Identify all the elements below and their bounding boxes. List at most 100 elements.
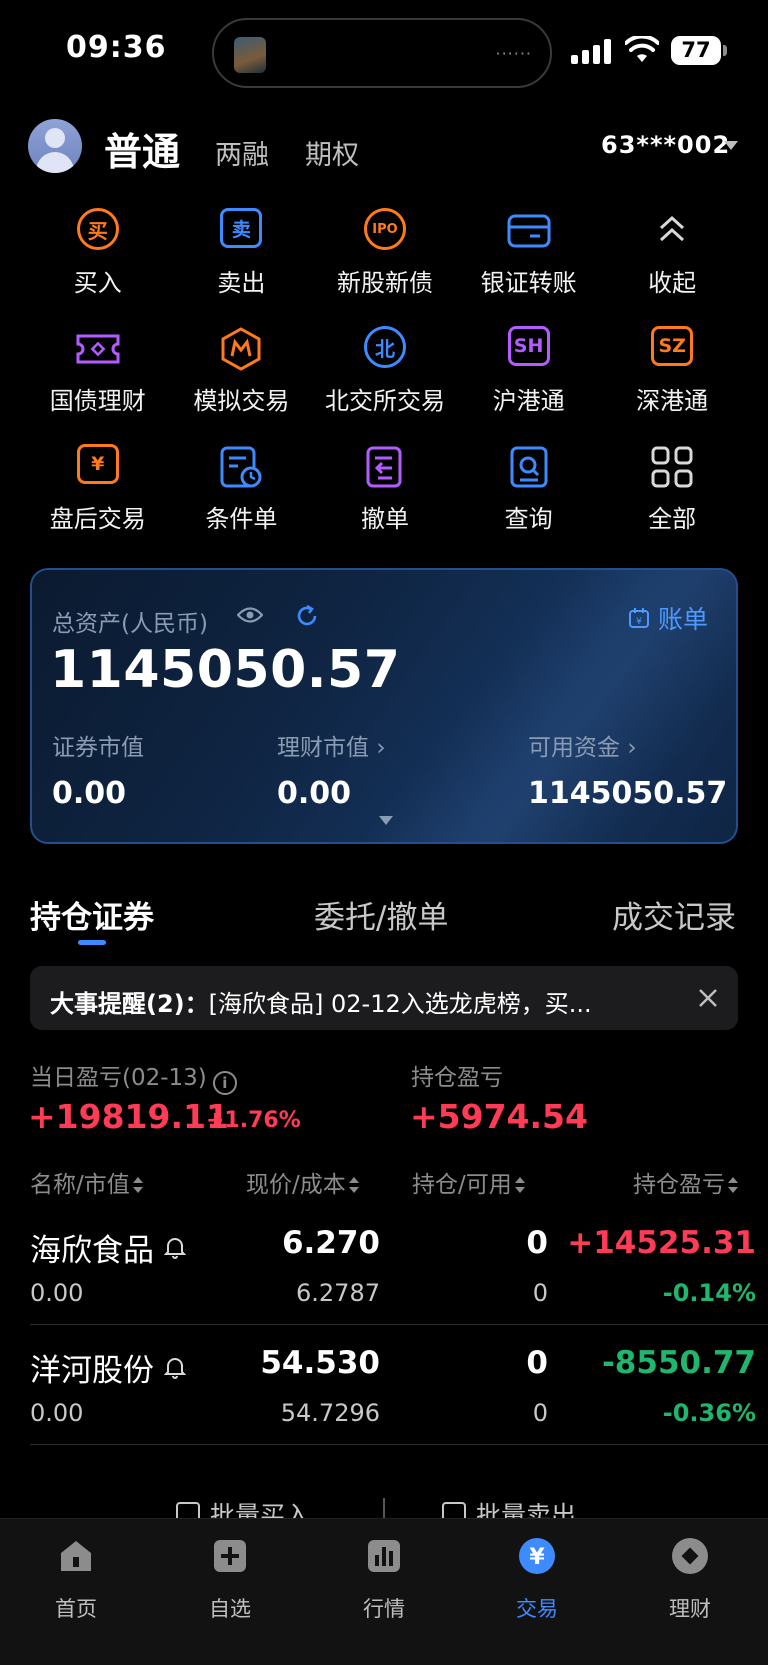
nav-market[interactable]: 行情: [334, 1529, 434, 1623]
notice-text: 大事提醒(2)：[海欣食品] 02-12入选龙虎榜，买...: [50, 990, 592, 1018]
available-value: 1145050.57: [528, 776, 728, 811]
tab-indicator: [78, 940, 106, 945]
daily-pnl-value: +19819.11: [28, 1097, 229, 1136]
tab-trade-records[interactable]: 成交记录: [612, 892, 736, 937]
quick-action-cancel-order[interactable]: 撤单: [313, 436, 457, 554]
sell-icon: 卖: [220, 208, 263, 248]
securities-label: 证券市值: [52, 735, 144, 761]
market-value: 0.00: [30, 1279, 84, 1307]
batch-sell-button[interactable]: 批量卖出: [442, 1496, 576, 1518]
position-pnl: +14525.31: [567, 1225, 756, 1261]
table-row[interactable]: 海欣食品 0.00 6.270 6.2787 0 0 +14525.31 -0.…: [0, 1205, 768, 1325]
quick-action-ipo[interactable]: IPO 新股新债: [313, 200, 457, 318]
quick-action-buy[interactable]: 买 买入: [26, 200, 170, 318]
tab-orders[interactable]: 委托/撤单: [314, 892, 448, 937]
position-tabs: 持仓证券 委托/撤单 成交记录: [0, 882, 768, 945]
svg-text:¥: ¥: [529, 1545, 545, 1570]
wifi-icon: [625, 36, 659, 62]
asset-summary-card: 总资产(人民币) ¥ 账单 1145050.57 证券市值 0.00 理财市值 …: [30, 568, 738, 844]
quick-action-all[interactable]: 全部: [600, 436, 744, 554]
expand-caret-icon[interactable]: [379, 816, 393, 825]
market-value: 0.00: [30, 1399, 84, 1427]
bill-button[interactable]: ¥ 账单: [628, 600, 708, 636]
quick-action-label: 模拟交易: [193, 387, 290, 415]
now-playing-thumbnail: [234, 37, 266, 73]
quick-action-label: 全部: [648, 505, 697, 533]
refresh-icon[interactable]: [294, 603, 320, 629]
table-row[interactable]: 洋河股份 0.00 54.530 54.7296 0 0 -8550.77 -0…: [0, 1325, 768, 1445]
home-icon: [61, 1541, 91, 1571]
tab-holdings[interactable]: 持仓证券: [30, 892, 154, 937]
trade-icon: ¥: [519, 1538, 555, 1574]
bottom-nav: 首页 自选 行情 ¥ 交易 理财: [0, 1518, 768, 1665]
chevron-right-icon: ›: [627, 735, 637, 761]
tab-normal-account[interactable]: 普通: [104, 121, 180, 176]
total-assets-value: 1145050.57: [50, 640, 401, 700]
nav-wealth[interactable]: 理财: [640, 1529, 740, 1623]
nav-trade[interactable]: ¥ 交易: [487, 1529, 587, 1623]
available-qty: 0: [532, 1399, 548, 1427]
battery-icon: 77: [671, 36, 727, 65]
quick-action-label: 条件单: [205, 505, 278, 533]
stock-name: 海欣食品: [30, 1225, 186, 1270]
quick-action-simulate[interactable]: 模拟交易: [170, 318, 314, 436]
quick-action-label: 收起: [648, 269, 697, 297]
tab-margin-account[interactable]: 两融: [215, 133, 269, 172]
tab-options-account[interactable]: 期权: [305, 133, 359, 172]
position-pnl-percent: -0.14%: [662, 1279, 756, 1307]
col-header-name[interactable]: 名称/市值: [30, 1165, 143, 1199]
quick-action-label: 买入: [73, 269, 122, 297]
divider: [383, 1498, 385, 1518]
waveform-icon: ······: [495, 44, 532, 63]
avatar[interactable]: [28, 119, 82, 173]
after-hours-icon: ¥: [76, 444, 119, 484]
col-header-price[interactable]: 现价/成本: [246, 1165, 359, 1199]
quick-action-collapse[interactable]: 收起: [600, 200, 744, 318]
sh-connect-icon: SH: [507, 326, 550, 366]
quick-action-label: 查询: [504, 505, 553, 533]
quick-action-after-hours[interactable]: ¥ 盘后交易: [26, 436, 170, 554]
holding-qty: 0: [526, 1225, 548, 1261]
batch-actions: 批量买入 批量卖出: [0, 1490, 768, 1518]
all-icon: [651, 446, 693, 488]
holding-qty: 0: [526, 1345, 548, 1381]
current-price: 6.270: [281, 1225, 380, 1261]
quick-action-conditional-order[interactable]: 条件单: [170, 436, 314, 554]
quick-action-treasury[interactable]: 国债理财: [26, 318, 170, 436]
quick-action-query[interactable]: 查询: [457, 436, 601, 554]
batch-buy-button[interactable]: 批量买入: [176, 1496, 310, 1518]
col-header-position[interactable]: 持仓/可用: [412, 1165, 525, 1199]
securities-value: 0.00: [52, 776, 127, 811]
available-funds-block[interactable]: 可用资金 › 1145050.57: [528, 728, 727, 811]
event-notice[interactable]: 大事提醒(2)：[海欣食品] 02-12入选龙虎榜，买...: [30, 966, 738, 1030]
sort-icon: [348, 1177, 359, 1193]
collapse-icon: [660, 215, 685, 242]
chevron-right-icon: ›: [376, 735, 386, 761]
quick-action-sz-connect[interactable]: SZ 深港通: [600, 318, 744, 436]
eye-icon[interactable]: [237, 606, 263, 624]
account-id-selector[interactable]: 63***002: [601, 131, 730, 159]
chevron-down-icon[interactable]: [724, 141, 738, 150]
quick-action-label: 银证转账: [480, 269, 577, 297]
dynamic-island[interactable]: ······: [212, 18, 552, 88]
quick-action-bse[interactable]: 北 北交所交易: [313, 318, 457, 436]
available-qty: 0: [532, 1279, 548, 1307]
quick-action-sell[interactable]: 卖 卖出: [170, 200, 314, 318]
bell-icon[interactable]: [164, 1355, 186, 1379]
wealth-value-block[interactable]: 理财市值 › 0.00: [277, 728, 386, 811]
nav-watchlist[interactable]: 自选: [180, 1529, 280, 1623]
close-icon[interactable]: [696, 986, 720, 1010]
buy-icon: 买: [76, 208, 119, 250]
quick-action-bank-transfer[interactable]: 银证转账: [457, 200, 601, 318]
quick-action-label: 撤单: [360, 505, 409, 533]
bell-icon[interactable]: [164, 1235, 186, 1259]
sort-icon: [728, 1177, 738, 1193]
sort-icon: [514, 1177, 525, 1193]
quick-action-sh-connect[interactable]: SH 沪港通: [457, 318, 601, 436]
simulate-icon: [221, 327, 261, 371]
cost-price: 6.2787: [296, 1279, 380, 1307]
svg-text:¥: ¥: [636, 617, 642, 627]
info-icon[interactable]: i: [212, 1071, 237, 1095]
col-header-pnl[interactable]: 持仓盈亏: [633, 1165, 738, 1199]
nav-home[interactable]: 首页: [26, 1529, 126, 1623]
